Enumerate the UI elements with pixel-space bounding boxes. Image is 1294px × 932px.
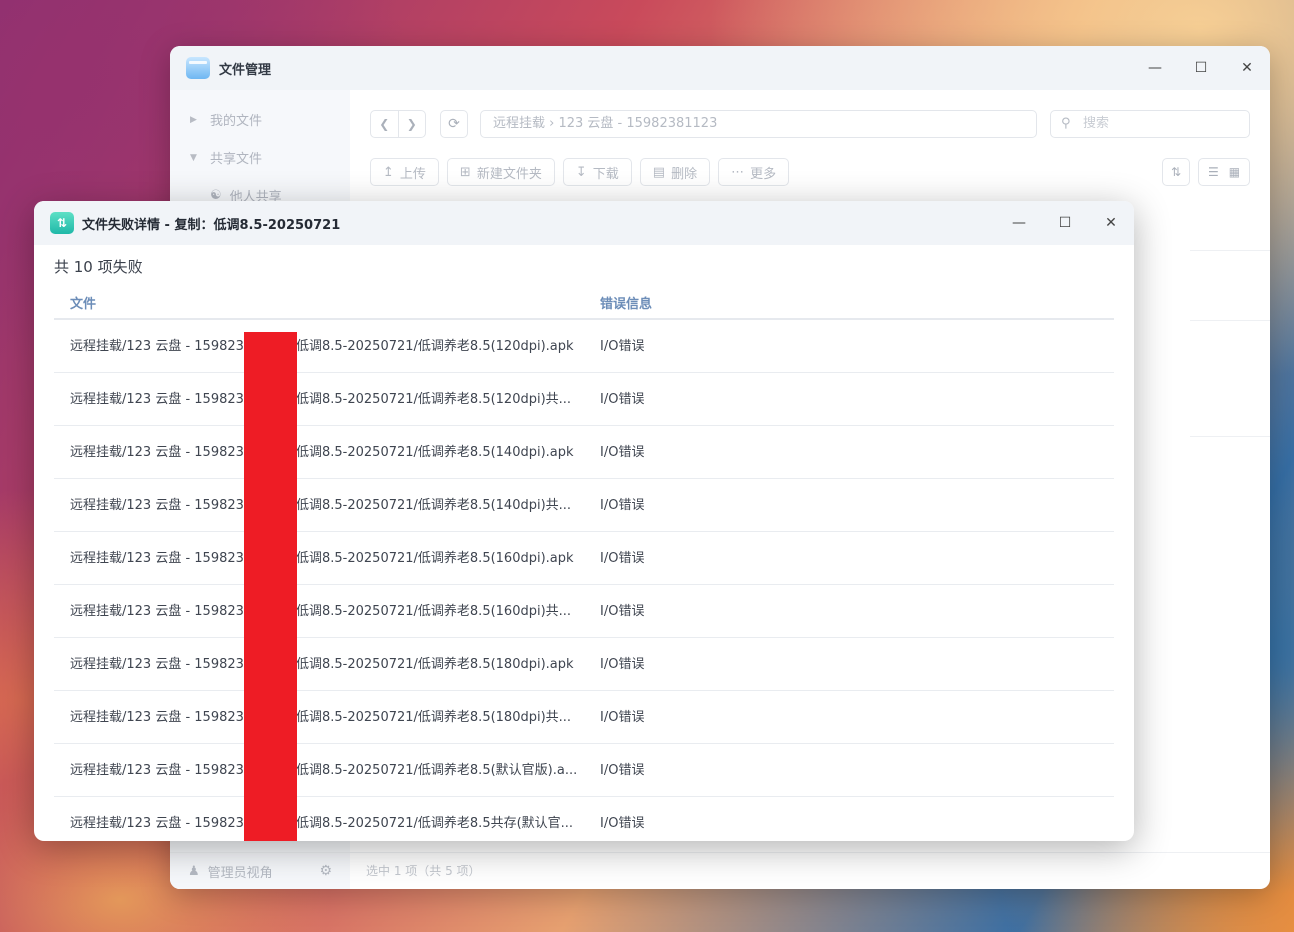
fm-titlebar: 文件管理 — ☐ ✕ bbox=[170, 46, 1270, 90]
file-path-suffix: 低调8.5-20250721/低调养老8.5(180dpi).apk bbox=[296, 657, 574, 672]
file-path-prefix: 远程挂载/123 云盘 - 159823 bbox=[70, 657, 244, 672]
divider bbox=[1190, 436, 1270, 437]
file-path-prefix: 远程挂载/123 云盘 - 159823 bbox=[70, 604, 244, 619]
dialog-titlebar: ⇅ 文件失败详情 - 复制：低调8.5-20250721 — ☐ ✕ bbox=[34, 201, 1134, 245]
error-message: I/O错误 bbox=[600, 339, 645, 354]
file-path-prefix: 远程挂载/123 云盘 - 159823 bbox=[70, 445, 244, 460]
upload-icon: ↥ bbox=[383, 164, 394, 180]
status-bar: 选中 1 项（共 5 项） bbox=[350, 852, 1270, 889]
file-path-prefix: 远程挂载/123 云盘 - 159823 bbox=[70, 498, 244, 513]
file-path-suffix: 低调8.5-20250721/低调养老8.5(140dpi)共... bbox=[296, 498, 572, 513]
file-path-prefix: 远程挂载/123 云盘 - 159823 bbox=[70, 551, 244, 566]
caret-down-icon: ▼ bbox=[190, 152, 197, 163]
grid-view-icon[interactable]: ▦ bbox=[1229, 165, 1240, 179]
error-message: I/O错误 bbox=[600, 445, 645, 460]
maximize-icon[interactable]: ☐ bbox=[1042, 201, 1088, 245]
new-folder-button[interactable]: ⊞ 新建文件夹 bbox=[446, 158, 555, 186]
file-path-suffix: 低调8.5-20250721/低调养老8.5(180dpi)共... bbox=[296, 710, 572, 725]
redaction-block bbox=[244, 332, 297, 841]
file-path-suffix: 低调8.5-20250721/低调养老8.5(默认官版).a... bbox=[296, 763, 578, 778]
table-row[interactable]: 远程挂载/123 云盘 - 159823 低调8.5-20250721/低调养老8… bbox=[54, 532, 1114, 585]
new-folder-icon: ⊞ bbox=[459, 164, 471, 180]
maximize-icon[interactable]: ☐ bbox=[1178, 46, 1224, 90]
error-message: I/O错误 bbox=[600, 604, 645, 619]
error-message: I/O错误 bbox=[600, 498, 645, 513]
trash-icon: ▤ bbox=[652, 164, 666, 180]
file-path-suffix: 低调8.5-20250721/低调养老8.5(120dpi).apk bbox=[296, 339, 574, 354]
table-row[interactable]: 远程挂载/123 云盘 - 159823 低调8.5-20250721/低调养老8… bbox=[54, 373, 1114, 426]
download-icon: ↧ bbox=[575, 164, 587, 180]
table-row[interactable]: 远程挂载/123 云盘 - 159823 低调8.5-20250721/低调养老8… bbox=[54, 479, 1114, 532]
refresh-icon[interactable]: ⟳ bbox=[440, 110, 468, 138]
file-path-suffix: 低调8.5-20250721/低调养老8.5(160dpi).apk bbox=[296, 551, 574, 566]
failure-count: 共 10 项失败 bbox=[54, 258, 143, 276]
divider bbox=[1190, 250, 1270, 251]
error-message: I/O错误 bbox=[600, 392, 645, 407]
file-path-prefix: 远程挂载/123 云盘 - 159823 bbox=[70, 816, 244, 831]
admin-user-icon: ♟ bbox=[188, 863, 200, 879]
column-header-file[interactable]: 文件 bbox=[70, 293, 96, 312]
folder-app-icon bbox=[186, 57, 210, 79]
table-row[interactable]: 远程挂载/123 云盘 - 159823 低调8.5-20250721/低调养老8… bbox=[54, 585, 1114, 638]
close-icon[interactable]: ✕ bbox=[1088, 201, 1134, 245]
sidebar-item-my-files[interactable]: ▶ 我的文件 bbox=[190, 110, 262, 129]
fm-window-title: 文件管理 bbox=[219, 62, 272, 78]
file-path-suffix: 低调8.5-20250721/低调养老8.5(160dpi)共... bbox=[296, 604, 572, 619]
table-row[interactable]: 远程挂载/123 云盘 - 159823 低调8.5-20250721/低调养老8… bbox=[54, 691, 1114, 744]
download-button[interactable]: ↧ 下载 bbox=[562, 158, 632, 186]
error-message: I/O错误 bbox=[600, 657, 645, 672]
close-icon[interactable]: ✕ bbox=[1224, 46, 1270, 90]
more-button[interactable]: ⋯ 更多 bbox=[718, 158, 790, 186]
view-buttons: ⇅ ☰ ▦ bbox=[1162, 158, 1250, 186]
failure-details-dialog: ⇅ 文件失败详情 - 复制：低调8.5-20250721 — ☐ ✕ 共 10 … bbox=[34, 201, 1134, 841]
file-path-suffix: 低调8.5-20250721/低调养老8.5(120dpi)共... bbox=[296, 392, 572, 407]
fm-toolbar: ↥ 上传 ⊞ 新建文件夹 ↧ 下载 ▤ 删除 ⋯ 更多 bbox=[370, 158, 790, 186]
error-message: I/O错误 bbox=[600, 816, 645, 831]
table-header: 文件 错误信息 bbox=[54, 283, 1114, 320]
back-icon[interactable]: ❮ bbox=[371, 111, 399, 137]
column-header-error[interactable]: 错误信息 bbox=[600, 293, 652, 312]
gear-icon[interactable]: ⚙ bbox=[319, 863, 332, 879]
failure-table: 文件 错误信息 远程挂载/123 云盘 - 159823 低调8.5-202507… bbox=[54, 283, 1114, 841]
minimize-icon[interactable]: — bbox=[996, 201, 1042, 245]
transfer-icon: ⇅ bbox=[50, 212, 74, 234]
path-bar[interactable]: 远程挂载 › 123 云盘 - 15982381123 bbox=[480, 110, 1037, 138]
error-message: I/O错误 bbox=[600, 551, 645, 566]
file-path-prefix: 远程挂载/123 云盘 - 159823 bbox=[70, 339, 244, 354]
search-icon: ⚲ bbox=[1061, 116, 1071, 131]
minimize-icon[interactable]: — bbox=[1132, 46, 1178, 90]
divider bbox=[1190, 320, 1270, 321]
nav-buttons: ❮ ❯ bbox=[370, 110, 426, 138]
delete-button[interactable]: ▤ 删除 bbox=[639, 158, 711, 186]
sort-icon[interactable]: ⇅ bbox=[1162, 158, 1190, 186]
table-row[interactable]: 远程挂载/123 云盘 - 159823 低调8.5-20250721/低调养老8… bbox=[54, 320, 1114, 373]
file-path-suffix: 低调8.5-20250721/低调养老8.5(140dpi).apk bbox=[296, 445, 574, 460]
upload-button[interactable]: ↥ 上传 bbox=[370, 158, 439, 186]
caret-right-icon: ▶ bbox=[190, 114, 197, 125]
more-icon: ⋯ bbox=[731, 164, 745, 180]
sidebar-item-shared-files[interactable]: ▼ 共享文件 bbox=[190, 148, 262, 167]
view-toggle: ☰ ▦ bbox=[1198, 158, 1250, 186]
search-input[interactable]: ⚲ 搜索 bbox=[1050, 110, 1250, 138]
dialog-title: 文件失败详情 - 复制：低调8.5-20250721 bbox=[82, 217, 341, 233]
admin-view-bar[interactable]: ♟ 管理员视角 ⚙ bbox=[170, 852, 350, 889]
file-path-prefix: 远程挂载/123 云盘 - 159823 bbox=[70, 763, 244, 778]
file-path-prefix: 远程挂载/123 云盘 - 159823 bbox=[70, 710, 244, 725]
table-row[interactable]: 远程挂载/123 云盘 - 159823 低调8.5-20250721/低调养老8… bbox=[54, 426, 1114, 479]
table-row[interactable]: 远程挂载/123 云盘 - 159823 低调8.5-20250721/低调养老8… bbox=[54, 744, 1114, 797]
table-row[interactable]: 远程挂载/123 云盘 - 159823 低调8.5-20250721/低调养老8… bbox=[54, 638, 1114, 691]
file-path-prefix: 远程挂载/123 云盘 - 159823 bbox=[70, 392, 244, 407]
file-path-suffix: 低调8.5-20250721/低调养老8.5共存(默认官... bbox=[296, 816, 574, 831]
list-view-icon[interactable]: ☰ bbox=[1208, 165, 1219, 179]
error-message: I/O错误 bbox=[600, 763, 645, 778]
forward-icon[interactable]: ❯ bbox=[399, 111, 426, 137]
table-row[interactable]: 远程挂载/123 云盘 - 159823 低调8.5-20250721/低调养老8… bbox=[54, 797, 1114, 841]
error-message: I/O错误 bbox=[600, 710, 645, 725]
